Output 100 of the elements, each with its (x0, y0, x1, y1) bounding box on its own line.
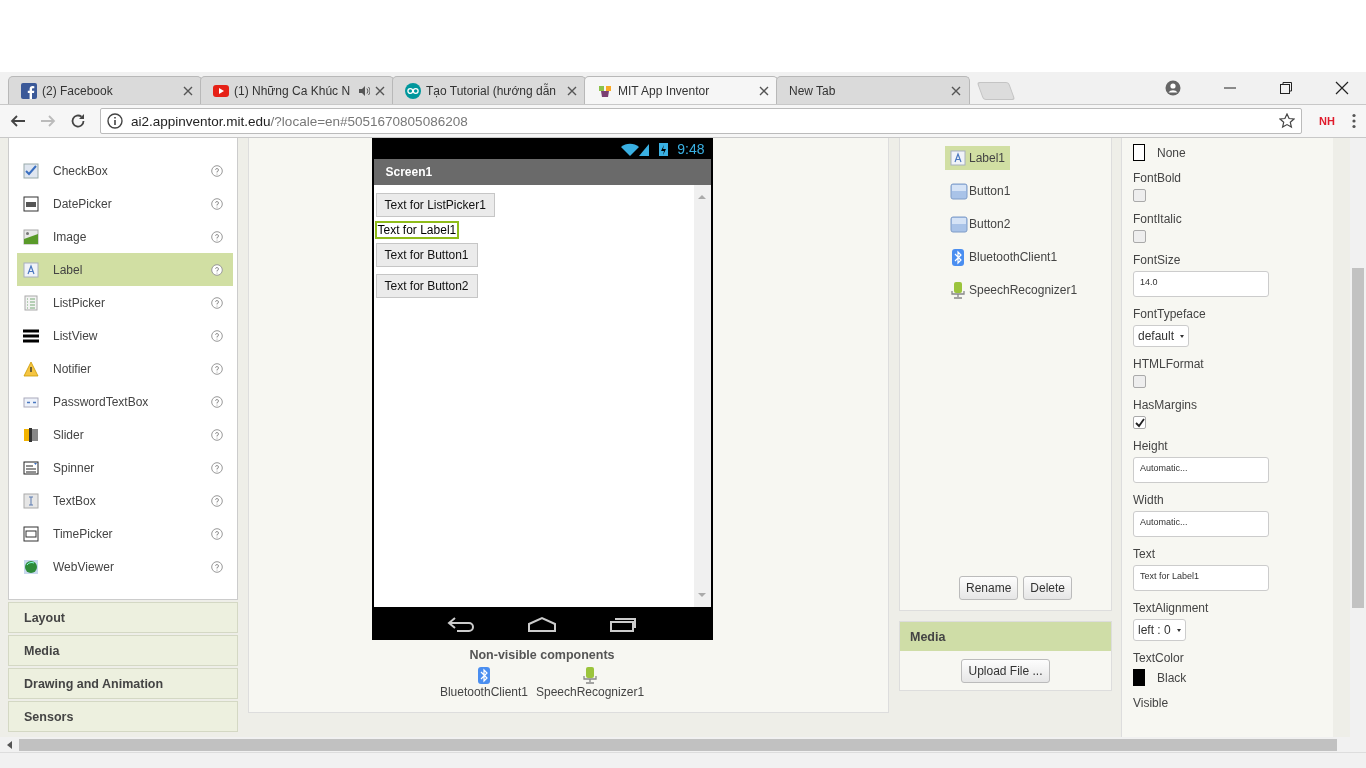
component-tree-item[interactable]: BluetoothClient1 (945, 245, 1063, 269)
screen-scrollbar[interactable] (693, 185, 711, 607)
browser-tab[interactable]: MIT App Inventor (584, 76, 778, 104)
browser-tab[interactable]: (1) Những Ca Khúc N (200, 76, 394, 104)
forward-arrow-icon[interactable] (40, 113, 56, 129)
property-checkbox[interactable] (1133, 375, 1146, 388)
help-icon[interactable] (211, 560, 223, 573)
property-field[interactable]: Text for Label1 (1133, 565, 1269, 591)
item-label: TextBox (53, 493, 97, 508)
palette-item[interactable]: Spinner (17, 451, 233, 484)
browser-tab[interactable]: (2) Facebook (8, 76, 202, 104)
item-label: PasswordTextBox (53, 394, 150, 409)
warning-icon (23, 360, 39, 377)
tab-title: (2) Facebook (42, 83, 114, 98)
extension-button[interactable]: NH (1316, 113, 1338, 129)
palette-section[interactable]: Sensors (8, 701, 238, 732)
palette-item[interactable]: WebViewer (17, 550, 233, 583)
property-checkbox[interactable] (1133, 416, 1146, 429)
help-icon[interactable] (211, 197, 223, 210)
palette-item[interactable]: TextBox (17, 484, 233, 517)
slider-icon (23, 426, 39, 443)
palette-section[interactable]: Drawing and Animation (8, 668, 238, 699)
button-shape-icon (950, 215, 968, 233)
color-picker[interactable]: None (1133, 144, 1186, 161)
property-label: FontBold (1133, 171, 1182, 185)
vertical-scrollbar[interactable] (1350, 138, 1366, 737)
help-icon[interactable] (211, 296, 223, 309)
property-label: TextColor (1133, 651, 1184, 665)
property-dropdown[interactable]: default (1133, 325, 1190, 347)
palette-item[interactable]: Image (17, 220, 233, 253)
new-tab-button[interactable] (976, 82, 1016, 100)
palette-section[interactable]: Layout (8, 602, 238, 633)
help-icon[interactable] (211, 494, 223, 507)
property-label: Width (1133, 493, 1164, 507)
address-bar[interactable]: ai2.appinventor.mit.edu/?locale=en#5051670805086208 (100, 108, 1303, 134)
account-icon[interactable] (1165, 80, 1181, 96)
help-icon[interactable] (211, 164, 223, 177)
back-arrow-icon[interactable] (10, 113, 26, 129)
property-label: FontSize (1133, 253, 1181, 267)
tab-title: Tạo Tutorial (hướng dẫn (426, 83, 557, 98)
property-field[interactable]: 14.0 (1133, 271, 1269, 297)
app-button[interactable]: Text for ListPicker1 (375, 193, 495, 217)
more-menu-icon[interactable] (1352, 113, 1356, 129)
list-lines-icon (23, 327, 39, 344)
property-field[interactable]: Automatic... (1133, 457, 1269, 483)
item-label: DatePicker (53, 196, 113, 211)
help-icon[interactable] (211, 362, 223, 375)
component-tree-item[interactable]: Label1 (945, 146, 1011, 170)
star-icon[interactable] (1279, 113, 1296, 129)
app-button[interactable]: Text for Button1 (375, 243, 478, 267)
color-picker[interactable]: Black (1133, 669, 1187, 686)
help-icon[interactable] (211, 230, 223, 243)
help-icon[interactable] (211, 329, 223, 342)
palette-section[interactable]: Media (8, 635, 238, 666)
restore-icon[interactable] (1279, 81, 1293, 95)
palette-item[interactable]: Label (17, 253, 233, 286)
palette-item[interactable]: Notifier (17, 352, 233, 385)
tab-title: (1) Những Ca Khúc N (234, 83, 352, 98)
action-button[interactable]: Rename (958, 576, 1019, 600)
item-label: Label (53, 262, 84, 277)
horizontal-scrollbar[interactable] (0, 737, 1366, 752)
globe-icon (23, 558, 39, 575)
property-checkbox[interactable] (1133, 230, 1146, 243)
bluetooth-icon (475, 667, 492, 684)
close-icon[interactable] (1335, 81, 1349, 95)
reload-icon[interactable] (70, 113, 86, 129)
upload-file-button[interactable]: Upload File ... (961, 659, 1050, 683)
help-icon[interactable] (211, 263, 223, 276)
palette-item[interactable]: ListPicker (17, 286, 233, 319)
action-button[interactable]: Delete (1023, 576, 1072, 600)
video-play-icon (213, 82, 229, 99)
facebook-logo-icon (21, 82, 37, 99)
palette-item[interactable]: PasswordTextBox (17, 385, 233, 418)
section-heading: Non-visible components (469, 648, 615, 662)
help-icon[interactable] (211, 428, 223, 441)
browser-tab[interactable]: Tạo Tutorial (hướng dẫn (392, 76, 586, 104)
property-dropdown[interactable]: left : 0 (1133, 619, 1186, 641)
microphone-icon (950, 281, 968, 299)
item-label: Image (53, 229, 88, 244)
app-label[interactable]: Text for Label1 (374, 221, 460, 239)
close-icon[interactable] (759, 85, 769, 96)
help-icon[interactable] (211, 527, 223, 540)
component-tree-item[interactable]: Button1 (945, 179, 1016, 203)
clock-digits-icon (23, 525, 39, 542)
screen-title-bar: Screen1 (373, 159, 711, 185)
app-button[interactable]: Text for Button2 (375, 274, 478, 298)
palette-item[interactable]: CheckBox (17, 154, 233, 187)
palette-item[interactable]: DatePicker (17, 187, 233, 220)
home-icon (527, 615, 557, 632)
component-tree-item[interactable]: SpeechRecognizer1 (945, 278, 1083, 302)
property-label: Text (1133, 547, 1155, 561)
property-checkbox[interactable] (1133, 189, 1146, 202)
palette-item[interactable]: ListView (17, 319, 233, 352)
help-icon[interactable] (211, 461, 223, 474)
browser-tab[interactable]: New Tab (776, 76, 970, 104)
component-tree-item[interactable]: Button2 (945, 212, 1016, 236)
palette-item[interactable]: Slider (17, 418, 233, 451)
property-field[interactable]: Automatic... (1133, 511, 1269, 537)
palette-item[interactable]: TimePicker (17, 517, 233, 550)
help-icon[interactable] (211, 395, 223, 408)
